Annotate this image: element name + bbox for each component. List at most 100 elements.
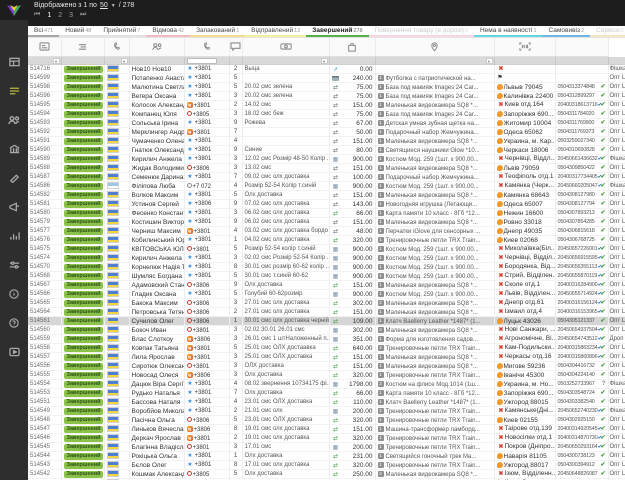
comment-cell[interactable]: 26.01 смс 1 штНаложенный п... xyxy=(242,335,329,344)
tracking-cell[interactable]: ✔0504308127980 xyxy=(555,191,608,200)
payment-sum-cell[interactable]: ⇄75.00 xyxy=(329,83,375,92)
status-cell[interactable]: Завершений xyxy=(61,317,104,326)
tag-cell[interactable]: Опт L xyxy=(608,137,625,146)
tab-8[interactable]: Повернення товару (в дорозі)0 xyxy=(369,26,474,37)
video-tutorials-icon[interactable] xyxy=(7,346,21,358)
status-cell[interactable]: Завершений xyxy=(61,191,104,200)
status-cell[interactable]: Завершений xyxy=(61,470,104,479)
products-cell[interactable]: 1Клатч Baellerry Leather *1487* (1... xyxy=(375,317,494,326)
city-cell[interactable]: Ужгород 88015 xyxy=(494,398,555,407)
phone-cell[interactable]: +3806 xyxy=(184,299,229,308)
app-logo[interactable] xyxy=(0,0,28,20)
tag-cell[interactable]: Опт L xyxy=(608,461,625,470)
phone-cell[interactable]: ig+3806 xyxy=(184,335,229,344)
tracking-cell[interactable]: ?0503252733967 xyxy=(555,380,608,389)
customer-name-cell[interactable]: Корнелюк Надія Та... xyxy=(129,263,184,272)
city-cell[interactable]: ✚Ізмаил отд.4 xyxy=(494,308,555,317)
order-id-cell[interactable]: 514581 xyxy=(28,200,61,209)
order-id-cell[interactable]: 514591 xyxy=(28,137,61,146)
tag-cell[interactable]: Опт L xyxy=(608,398,625,407)
order-id-cell[interactable]: 514587 xyxy=(28,173,61,182)
tag-cell[interactable]: Опт L xyxy=(608,326,625,335)
filter-order-id[interactable]: ▼ xyxy=(28,57,61,65)
status-cell[interactable]: Завершений xyxy=(61,209,104,218)
comment-cell[interactable]: 07.02 смс олх доставка xyxy=(242,200,329,209)
tag-cell[interactable]: Опт L xyxy=(608,452,625,461)
payment-sum-cell[interactable]: ▦900.00 xyxy=(329,290,375,299)
products-cell[interactable]: 1Маленькая видеокамера SQ8 *... xyxy=(375,362,494,371)
products-cell[interactable]: 2Маленькая видеокамера SQ8 *... xyxy=(375,326,494,335)
tag-cell[interactable]: Фішка xyxy=(608,155,625,164)
tag-cell[interactable]: Фішка xyxy=(608,380,625,389)
tag-cell[interactable]: Опт L xyxy=(608,164,625,173)
customer-name-cell[interactable]: Компанец Юля xyxy=(129,110,184,119)
phone-cell[interactable]: ★+3801 xyxy=(184,290,229,299)
marketing-icon[interactable] xyxy=(7,201,21,213)
phone-cell[interactable]: ★+3801 xyxy=(184,209,229,218)
payment-sum-cell[interactable]: ⇄75.00 xyxy=(329,92,375,101)
info-icon[interactable] xyxy=(7,288,21,300)
tracking-cell[interactable]: ✔0504305121337 xyxy=(555,317,608,326)
products-cell[interactable]: 1Костюм Мод. 259 (1шт. х 900.00... xyxy=(375,245,494,254)
tab-7[interactable]: Завершений278 xyxy=(306,26,368,37)
products-cell[interactable]: 1Тренировочные петли TRX Train... xyxy=(375,434,494,443)
tag-cell[interactable]: Опт L xyxy=(608,236,625,245)
status-cell[interactable]: Завершений xyxy=(61,173,104,182)
status-cell[interactable]: Завершений xyxy=(61,200,104,209)
order-row[interactable]: 514547ЗавершенийЛиньков Вячеславig+38068… xyxy=(28,425,625,434)
tab-6[interactable]: Відправлений12 xyxy=(245,26,306,37)
tracking-cell[interactable]: ✔✔20400318613716 xyxy=(555,101,608,110)
comment-cell[interactable]: 21.01 смс олх xyxy=(242,407,329,416)
order-id-cell[interactable]: 514555 xyxy=(28,371,61,380)
customers-icon[interactable] xyxy=(7,114,21,126)
customer-column-icon[interactable] xyxy=(129,38,184,57)
payment-sum-cell[interactable]: ⇄67.00 xyxy=(329,119,375,128)
status-cell[interactable]: Завершений xyxy=(61,263,104,272)
city-cell[interactable]: Днепр 49035 xyxy=(494,227,555,236)
customer-name-cell[interactable]: Ковпак Татьяна xyxy=(129,344,184,353)
status-cell[interactable]: Завершений xyxy=(61,245,104,254)
order-id-cell[interactable]: 514556 xyxy=(28,362,61,371)
tracking-cell[interactable]: ✔✔20450656355113 xyxy=(555,263,608,272)
tab-2[interactable]: Новий48 xyxy=(59,26,97,37)
city-cell[interactable]: ✚Кам-Подильски... xyxy=(494,344,555,353)
payment-sum-cell[interactable]: ⇄151.00 xyxy=(329,281,375,290)
tag-cell[interactable]: Опт L xyxy=(608,434,625,443)
comment-cell[interactable]: 17.01 смс xyxy=(242,443,329,452)
customer-name-cell[interactable]: Чумаченко Олена xyxy=(129,137,184,146)
comment-cell[interactable]: 13.02 смс xyxy=(242,164,329,173)
comment-cell[interactable]: Синие xyxy=(242,146,329,155)
tag-cell[interactable]: Опт L xyxy=(608,110,625,119)
payment-sum-cell[interactable]: ▦900.00 xyxy=(329,272,375,281)
order-id-cell[interactable]: 514546 xyxy=(28,434,61,443)
tab-1[interactable]: Всі471 xyxy=(28,26,59,37)
customer-name-cell[interactable]: Новосад Олеся xyxy=(129,371,184,380)
order-row[interactable]: 514557ЗавершенийЛила Ярославig+3801325.0… xyxy=(28,353,625,362)
source-column-icon[interactable] xyxy=(104,38,129,57)
city-cell[interactable]: ✚Новосілки отд.1 xyxy=(494,434,555,443)
comment-cell[interactable]: 04.02 смс олх доставка xyxy=(242,236,329,245)
customer-name-cell[interactable]: Кирилич Анжела xyxy=(129,155,184,164)
comment-cell[interactable]: Олх доставка xyxy=(242,281,329,290)
payment-sum-cell[interactable]: ⇄151.00 xyxy=(329,218,375,227)
tag-cell[interactable]: Опт L xyxy=(608,299,625,308)
filter-products[interactable]: ▼ xyxy=(375,57,494,65)
order-id-cell[interactable]: 514558 xyxy=(28,344,61,353)
order-row[interactable]: 514548ЗавершенийПасічна Ольга+3806523.01… xyxy=(28,416,625,425)
tracking-cell[interactable]: ✔0504311769373 xyxy=(555,128,608,137)
comment-cell[interactable]: Олх доставка xyxy=(242,191,329,200)
tag-cell[interactable]: Фішка xyxy=(608,182,625,191)
comment-cell[interactable]: 17.01 смс олх доставка xyxy=(242,461,329,470)
city-cell[interactable]: Запоріжжя 690... xyxy=(494,389,555,398)
tag-cell[interactable]: Опт L xyxy=(608,173,625,182)
tag-cell[interactable]: Опт L xyxy=(608,209,625,218)
phone-cell[interactable]: ig+3801 xyxy=(184,353,229,362)
tab-10[interactable]: Самовивіз2 xyxy=(543,26,591,37)
status-cell[interactable]: Завершений xyxy=(61,398,104,407)
settings-sliders-icon[interactable] xyxy=(7,259,21,271)
city-cell[interactable]: ✚Теофіполь отд.1 xyxy=(494,173,555,182)
products-cell[interactable]: 2Тренировочные петли TRX Train... xyxy=(375,344,494,353)
tracking-cell[interactable] xyxy=(555,74,608,83)
tag-cell[interactable]: Опт L xyxy=(608,353,625,362)
payment-sum-cell[interactable]: ⇄75.00 xyxy=(329,110,375,119)
